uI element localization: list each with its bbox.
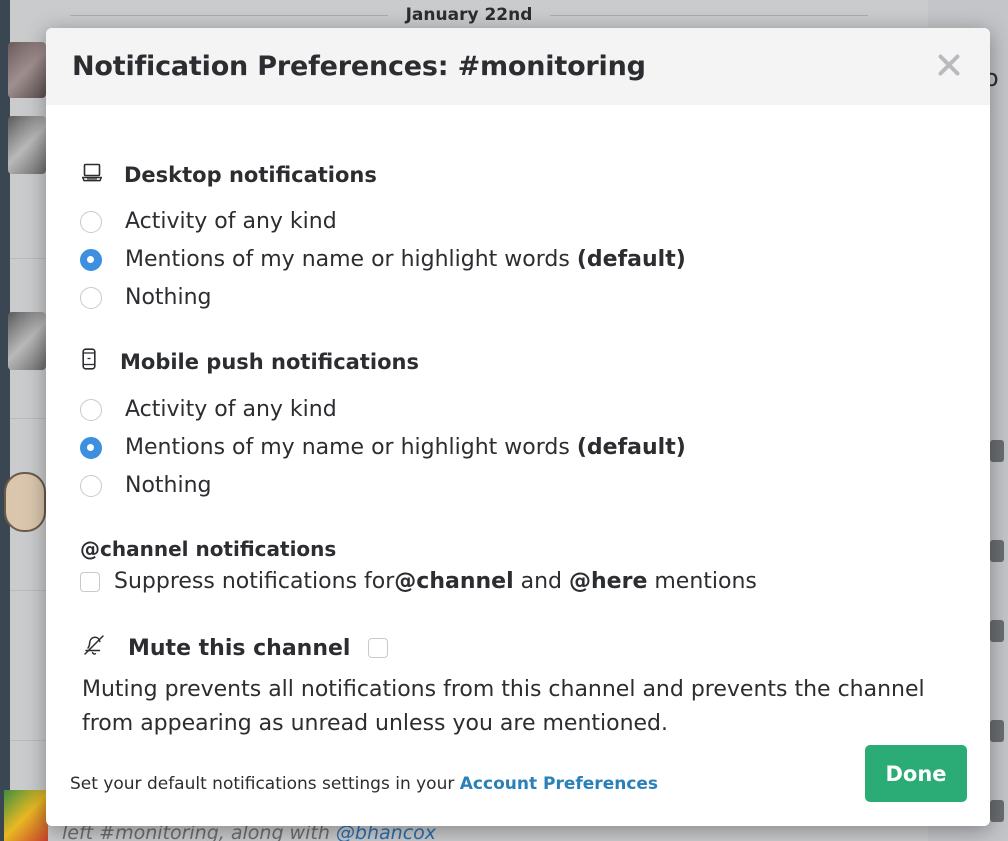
account-preferences-link[interactable]: Account Preferences (460, 774, 658, 794)
desktop-option-mentions[interactable]: Mentions of my name or highlight words (… (80, 247, 686, 272)
mobile-option-activity[interactable]: Activity of any kind (80, 397, 337, 422)
mobile-phone-icon (82, 348, 96, 375)
notification-preferences-modal: Notification Preferences: #monitoring De… (46, 28, 990, 826)
mute-channel-checkbox[interactable] (368, 638, 389, 658)
date-divider-label: January 22nd (387, 5, 551, 25)
desktop-option-activity[interactable]: Activity of any kind (80, 209, 337, 234)
right-panel-thumbnail (990, 620, 1004, 642)
suppress-channel-checkbox[interactable] (80, 571, 100, 592)
right-panel-thumbnail (990, 800, 1004, 822)
mute-channel-label: Mute this channel (128, 635, 351, 661)
mute-channel-row: Mute this channel (82, 634, 389, 662)
footer-text: Set your default notifications settings … (70, 773, 659, 794)
modal-footer: Set your default notifications settings … (46, 741, 990, 826)
desktop-radio-nothing[interactable] (80, 286, 102, 309)
avatar[interactable] (8, 116, 46, 174)
avatar[interactable] (8, 42, 46, 98)
close-icon[interactable] (936, 52, 962, 78)
channel-notifications-heading: @channel notifications (80, 537, 337, 561)
mobile-notifications-heading: Mobile push notifications (82, 348, 419, 375)
date-divider: January 22nd (10, 0, 928, 30)
desktop-notifications-heading: Desktop notifications (81, 163, 377, 187)
mute-channel-description: Muting prevents all notifications from t… (82, 677, 925, 736)
avatar[interactable] (4, 790, 48, 841)
suppress-channel-option[interactable]: Suppress notifications for @channel and … (80, 569, 757, 594)
mobile-radio-mentions[interactable] (80, 436, 102, 459)
right-panel-thumbnail (990, 440, 1004, 462)
avatar[interactable] (8, 312, 46, 370)
avatar[interactable] (4, 472, 46, 532)
desktop-radio-mentions[interactable] (80, 248, 102, 271)
desktop-option-nothing[interactable]: Nothing (80, 285, 212, 310)
mobile-radio-nothing[interactable] (80, 474, 102, 497)
laptop-icon (81, 163, 103, 187)
right-panel-thumbnail (990, 540, 1004, 562)
mobile-radio-activity[interactable] (80, 398, 102, 421)
modal-header: Notification Preferences: #monitoring (46, 28, 990, 105)
mobile-option-nothing[interactable]: Nothing (80, 473, 212, 498)
bell-off-icon (82, 634, 106, 662)
mobile-option-mentions[interactable]: Mentions of my name or highlight words (… (80, 435, 686, 460)
modal-title: Notification Preferences: #monitoring (72, 51, 646, 82)
right-panel-thumbnail (990, 720, 1004, 742)
done-button[interactable]: Done (865, 745, 967, 802)
desktop-radio-activity[interactable] (80, 210, 102, 233)
